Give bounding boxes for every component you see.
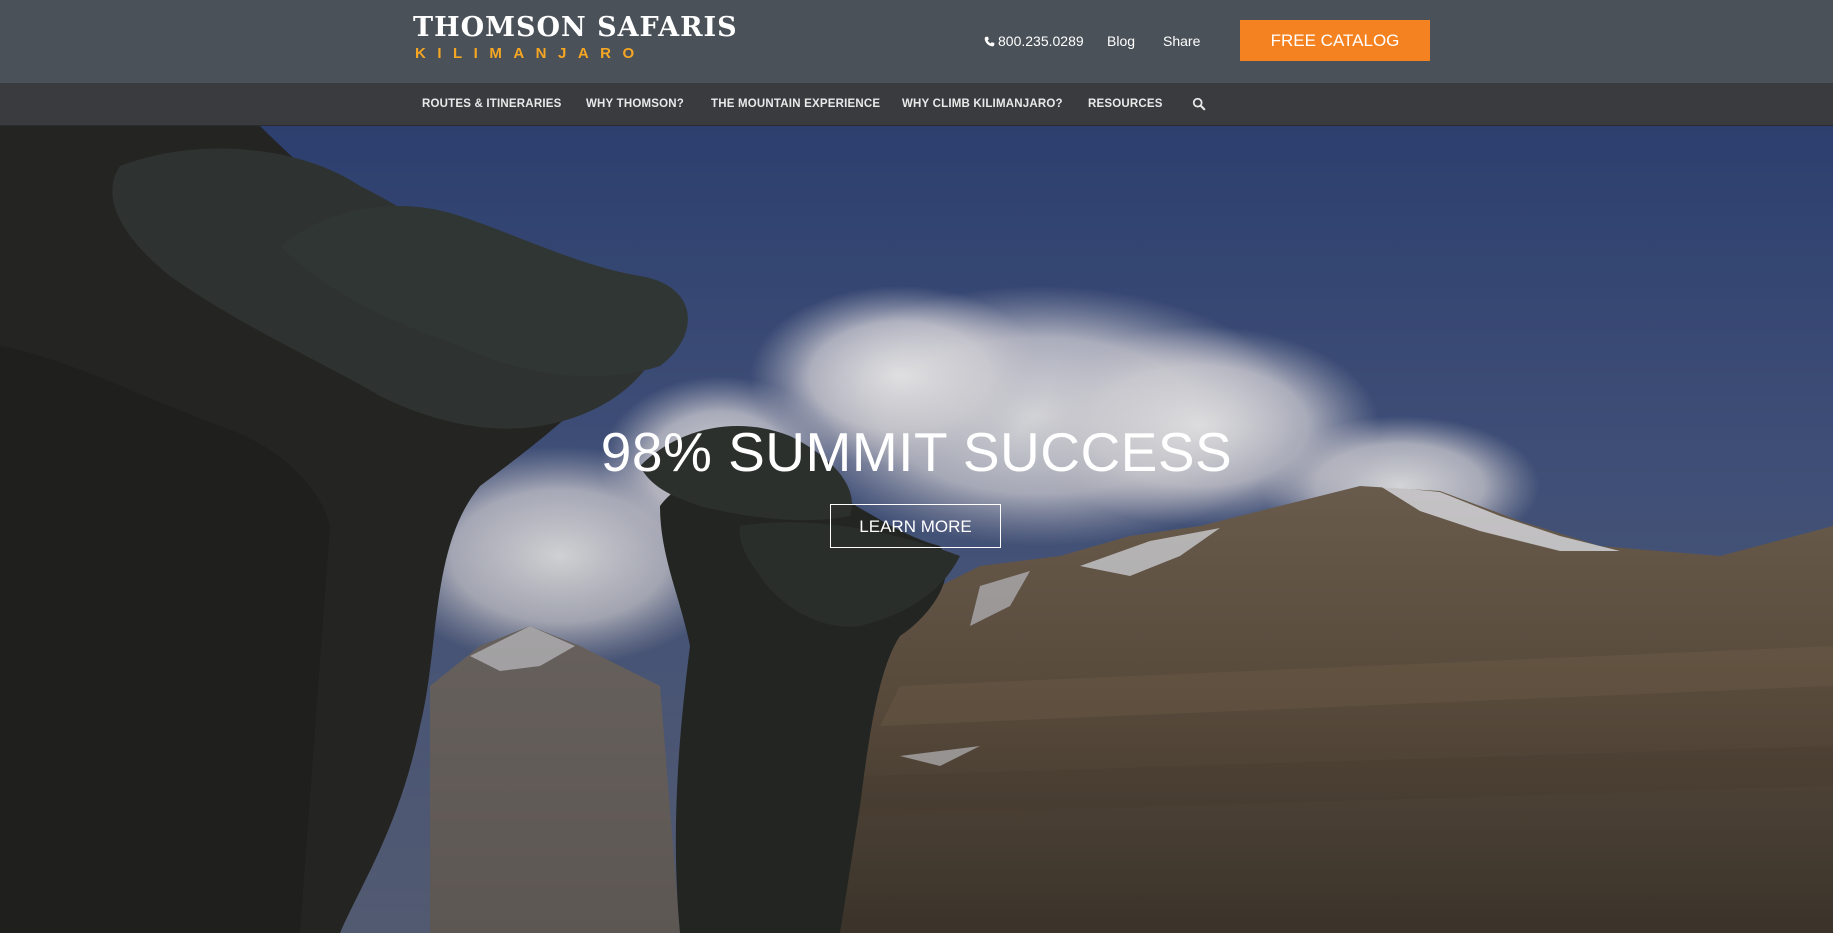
site-logo[interactable]: THOMSON SAFARIS KILIMANJARO xyxy=(413,13,738,63)
nav-item-routes-itineraries[interactable]: ROUTES & ITINERARIES xyxy=(422,98,561,110)
hero-banner: 98% SUMMIT SUCCESS LEARN MORE xyxy=(0,126,1833,933)
phone-link[interactable]: 800.235.0289 xyxy=(984,33,1084,49)
nav-item-resources[interactable]: RESOURCES xyxy=(1088,98,1163,110)
logo-sub-text: KILIMANJARO xyxy=(415,45,646,62)
main-navigation: ROUTES & ITINERARIES WHY THOMSON? THE MO… xyxy=(0,83,1833,126)
search-icon[interactable] xyxy=(1192,97,1206,111)
free-catalog-button[interactable]: FREE CATALOG xyxy=(1240,20,1430,61)
nav-item-mountain-experience[interactable]: THE MOUNTAIN EXPERIENCE xyxy=(711,98,880,110)
nav-item-why-climb-kilimanjaro[interactable]: WHY CLIMB KILIMANJARO? xyxy=(902,98,1063,110)
learn-more-button[interactable]: LEARN MORE xyxy=(830,504,1001,548)
logo-main-text: THOMSON SAFARIS xyxy=(413,12,738,43)
blog-link[interactable]: Blog xyxy=(1107,33,1135,49)
phone-number: 800.235.0289 xyxy=(998,33,1084,49)
phone-icon xyxy=(984,36,995,47)
hero-headline: 98% SUMMIT SUCCESS xyxy=(600,421,1233,483)
top-header: THOMSON SAFARIS KILIMANJARO 800.235.0289… xyxy=(0,0,1833,83)
share-link[interactable]: Share xyxy=(1163,33,1200,49)
nav-item-why-thomson[interactable]: WHY THOMSON? xyxy=(586,98,684,110)
